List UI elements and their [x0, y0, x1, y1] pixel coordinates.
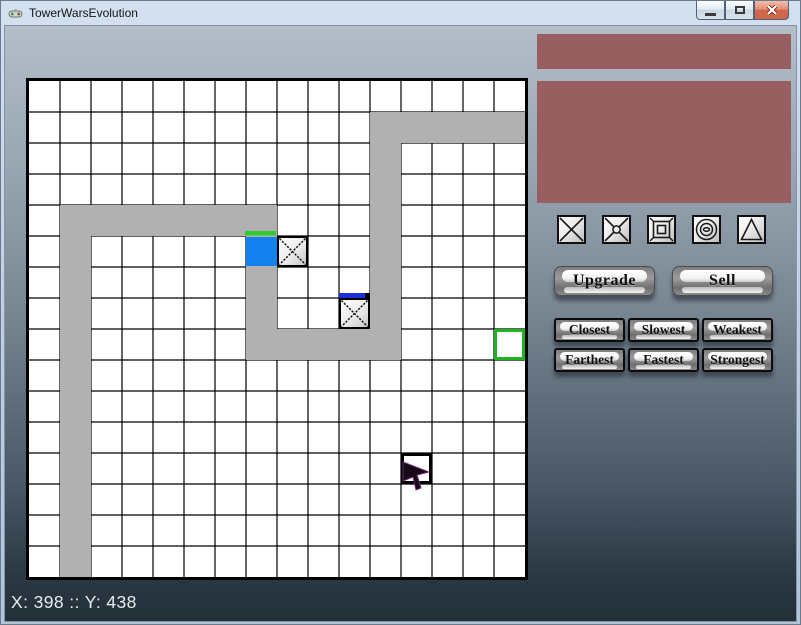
game-client-area: Upgrade Sell Closest Slowest Weakest Far…	[4, 25, 797, 622]
targeting-button-strongest[interactable]: Strongest	[702, 348, 773, 372]
rings-tower-icon	[694, 217, 719, 242]
close-icon	[766, 5, 778, 15]
targeting-button-fastest[interactable]: Fastest	[628, 348, 699, 372]
targeting-button-slowest[interactable]: Slowest	[628, 318, 699, 342]
close-button[interactable]	[754, 1, 789, 20]
tower-button-x-circle[interactable]	[602, 215, 631, 244]
enemy-info-bar	[537, 34, 791, 69]
tower-button-triangle[interactable]	[737, 215, 766, 244]
window-title: TowerWarsEvolution	[29, 6, 138, 20]
sell-button[interactable]: Sell	[672, 266, 773, 296]
nested-square-tower-icon	[649, 217, 674, 242]
maximize-icon	[735, 6, 745, 14]
enemy-sprite	[246, 237, 277, 266]
app-window: TowerWarsEvolution	[0, 0, 801, 625]
game-board-grid[interactable]	[26, 78, 528, 580]
minimize-icon	[705, 13, 716, 16]
tower-button-nested-square[interactable]	[647, 215, 676, 244]
tower-info-panel	[537, 81, 791, 203]
enemy-path	[60, 205, 91, 577]
enemy-path	[370, 112, 401, 360]
targeting-button-weakest[interactable]: Weakest	[702, 318, 773, 342]
targeting-button-farthest[interactable]: Farthest	[554, 348, 625, 372]
mouse-coords-readout: X: 398 :: Y: 438	[11, 592, 137, 613]
upgrade-button[interactable]: Upgrade	[554, 266, 655, 296]
x-circle-tower-icon	[604, 217, 629, 242]
titlebar[interactable]: TowerWarsEvolution	[1, 1, 800, 25]
tower-button-rings[interactable]	[692, 215, 721, 244]
enemy-path	[370, 112, 525, 143]
tower-button-x[interactable]	[557, 215, 586, 244]
maximize-button[interactable]	[725, 1, 754, 20]
app-icon	[8, 6, 23, 21]
targeting-button-closest[interactable]: Closest	[554, 318, 625, 342]
x-tower-icon	[559, 217, 584, 242]
tower-selection-row	[557, 215, 766, 244]
minimize-button[interactable]	[696, 1, 725, 20]
triangle-tower-icon	[739, 217, 764, 242]
enemy-health-bar	[245, 231, 276, 236]
enemy-path	[60, 205, 277, 236]
tower-charge-bar	[339, 293, 365, 298]
window-controls	[696, 1, 789, 20]
